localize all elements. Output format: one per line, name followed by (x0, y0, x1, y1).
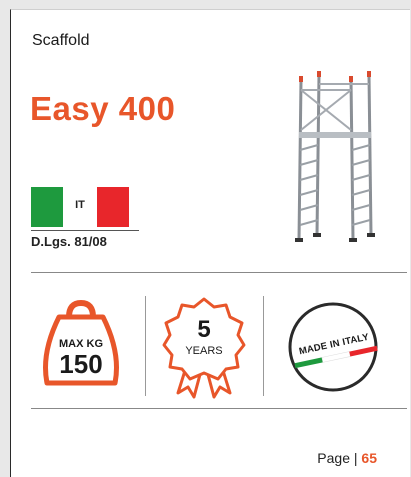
regulation-label: D.Lgs. 81/08 (31, 230, 139, 249)
divider-bottom (31, 408, 407, 409)
badge-divider-2 (263, 296, 264, 396)
flag-green-band (31, 187, 63, 227)
scaffold-image (295, 71, 375, 242)
product-category: Scaffold (32, 32, 90, 49)
page-number: 65 (361, 450, 377, 466)
flag-red-band (97, 187, 129, 227)
page-label: Page (317, 450, 350, 466)
product-title: Easy 400 (30, 90, 176, 127)
weight-value: 150 (59, 349, 103, 379)
divider-top (31, 272, 407, 273)
warranty-unit: YEARS (185, 345, 223, 357)
product-card: Scaffold Easy 400 IT D.Lgs. 81/08 MAX KG… (10, 9, 410, 477)
badge-divider-1 (145, 296, 146, 396)
warranty-value: 5 (197, 316, 211, 343)
country-code: IT (75, 199, 85, 211)
page-separator: | (353, 450, 358, 466)
page-footer: Page | 65 (317, 450, 377, 466)
